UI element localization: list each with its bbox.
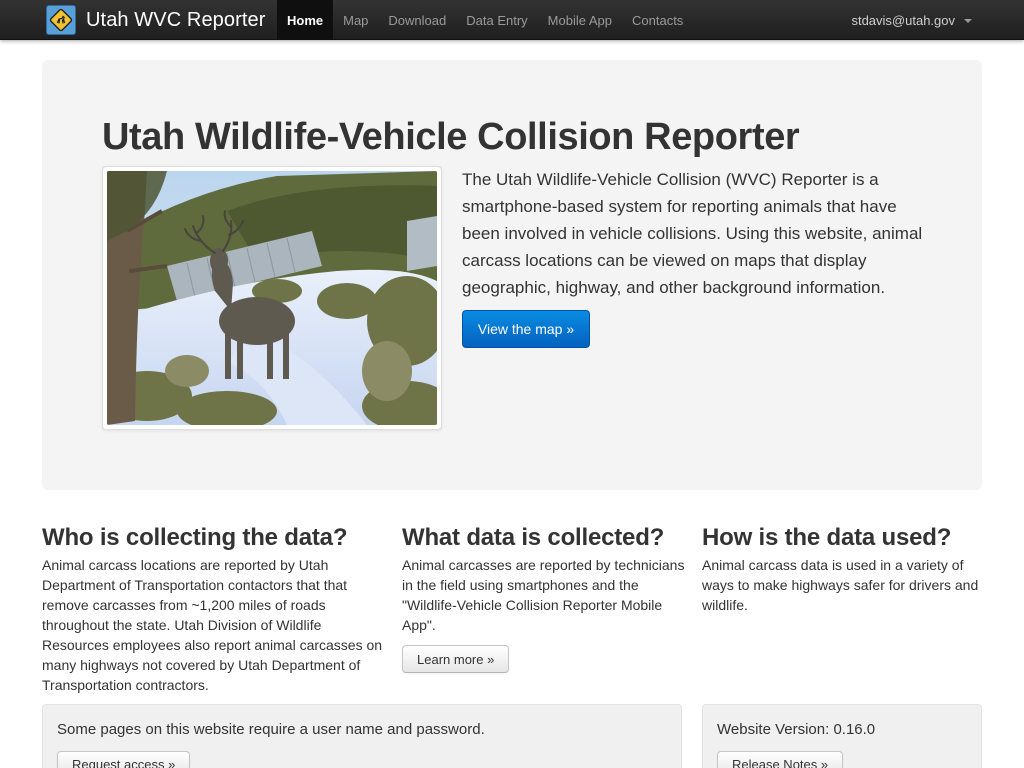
top-navbar: Utah WVC Reporter Home Map Download Data… — [0, 0, 1024, 40]
section-body: Animal carcasses are reported by technic… — [402, 557, 685, 633]
nav-item-download[interactable]: Download — [378, 0, 456, 40]
section-heading: Who is collecting the data? — [42, 524, 348, 551]
section-body: Animal carcass data is used in a variety… — [702, 557, 979, 613]
version-well: Website Version: 0.16.0 Release Notes » — [702, 704, 982, 768]
section-heading: How is the data used? — [702, 524, 952, 551]
nav-item-map[interactable]: Map — [333, 0, 378, 40]
release-notes-button[interactable]: Release Notes » — [717, 751, 844, 768]
login-info-text: Some pages on this website require a use… — [57, 721, 485, 738]
view-map-button[interactable]: View the map » — [462, 310, 590, 348]
caret-down-icon — [964, 19, 972, 23]
user-menu-dropdown[interactable]: stdavis@utah.gov — [851, 0, 972, 40]
deer-photo — [102, 166, 442, 430]
login-info-well: Some pages on this website require a use… — [42, 704, 682, 768]
deer-crossing-sign-icon — [46, 5, 76, 35]
brand-name: Utah WVC Reporter — [86, 8, 266, 31]
nav-item-mobile-app[interactable]: Mobile App — [538, 0, 622, 40]
nav-item-home[interactable]: Home — [277, 0, 334, 40]
how-data-used-section: How is the data used? Animal carcass dat… — [702, 522, 982, 615]
nav-item-data-entry[interactable]: Data Entry — [456, 0, 537, 40]
request-access-button[interactable]: Request access » — [57, 751, 191, 768]
brand-link[interactable]: Utah WVC Reporter — [46, 0, 266, 40]
what-data-section: What data is collected? Animal carcasses… — [402, 522, 687, 673]
learn-more-button[interactable]: Learn more » — [402, 645, 510, 673]
main-nav: Home Map Download Data Entry Mobile App … — [277, 0, 693, 40]
hero-unit: Utah Wildlife-Vehicle Collision Reporter — [42, 60, 982, 490]
section-body: Animal carcass locations are reported by… — [42, 557, 383, 693]
website-version-text: Website Version: 0.16.0 — [717, 721, 876, 738]
page-title: Utah Wildlife-Vehicle Collision Reporter — [102, 116, 800, 158]
hero-description: The Utah Wildlife-Vehicle Collision (WVC… — [462, 170, 923, 297]
nav-item-contacts[interactable]: Contacts — [622, 0, 693, 40]
who-collects-section: Who is collecting the data? Animal carca… — [42, 522, 387, 695]
user-email: stdavis@utah.gov — [851, 12, 955, 28]
section-heading: What data is collected? — [402, 524, 665, 551]
